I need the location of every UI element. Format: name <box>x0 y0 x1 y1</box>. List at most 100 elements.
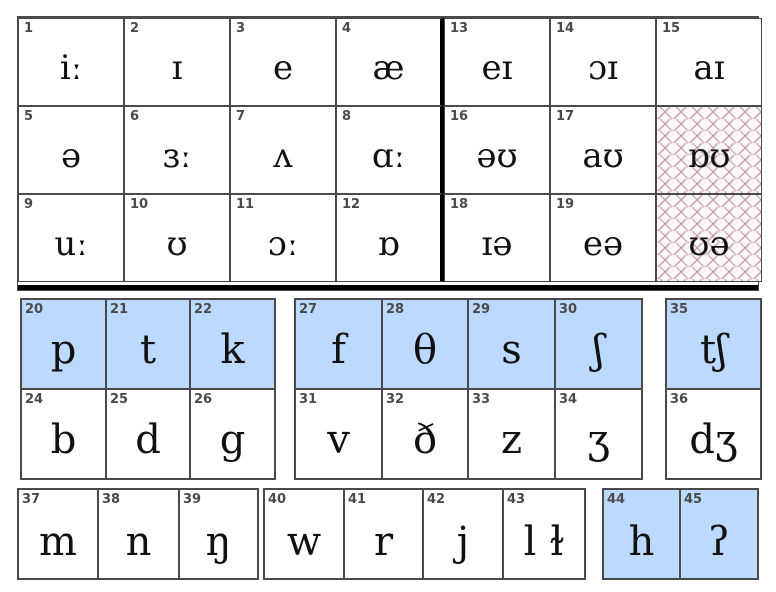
consonant-cell[interactable]: 38 n <box>98 489 179 579</box>
sound-number: 32 <box>386 392 405 407</box>
ipa-symbol: ɪə <box>481 224 513 264</box>
ipa-symbol: b <box>50 417 77 463</box>
vowel-cell[interactable]: 10 ʊ <box>124 194 230 282</box>
ipa-symbol: əʊ <box>476 136 518 176</box>
sound-number: 18 <box>450 197 469 212</box>
sound-number: 40 <box>268 492 287 507</box>
sound-number: 7 <box>236 109 246 124</box>
diphthong-cell[interactable]: 14 ɔɪ <box>550 18 656 106</box>
sound-number: 41 <box>348 492 367 507</box>
fricatives-group: 27 f 28 θ 29 s 30 ʃ 31 v 32 ð 33 z 34 ʒ <box>294 298 643 480</box>
ipa-symbol: ə <box>60 136 82 176</box>
consonant-cell[interactable]: 21 t <box>106 299 190 389</box>
sound-number: 22 <box>194 302 213 317</box>
ipa-symbol: ʊə <box>688 224 730 264</box>
consonant-cell[interactable]: 28 θ <box>382 299 468 389</box>
consonant-cell[interactable]: 33 z <box>468 389 555 479</box>
sound-number: 36 <box>670 392 689 407</box>
ipa-symbol: ɔː <box>267 224 299 264</box>
ipa-symbol: l ɫ <box>523 519 565 565</box>
vowel-cell[interactable]: 5ə <box>18 106 124 194</box>
ipa-symbol: ɑː <box>371 136 406 176</box>
sound-number: 28 <box>386 302 405 317</box>
ipa-symbol: iː <box>59 48 83 88</box>
ipa-symbol: ʔ <box>708 519 730 565</box>
sound-number: 30 <box>559 302 578 317</box>
consonant-cell[interactable]: 36 dʒ <box>666 389 761 479</box>
ipa-symbol: z <box>500 417 523 463</box>
sound-number: 10 <box>130 197 149 212</box>
ipa-symbol: dʒ <box>689 417 738 463</box>
vowel-cell[interactable]: 9 uː <box>18 194 124 282</box>
ipa-symbol: s <box>501 327 522 373</box>
vowel-cell[interactable]: 2ɪ <box>124 18 230 106</box>
vowel-cell[interactable]: 11 ɔː <box>230 194 336 282</box>
diphthong-cell[interactable]: 16 əʊ <box>444 106 550 194</box>
consonant-cell[interactable]: 45 ʔ <box>680 489 758 579</box>
sound-number: 43 <box>507 492 526 507</box>
vowel-cell[interactable]: 7ʌ <box>230 106 336 194</box>
diphthong-cell[interactable]: 18 ɪə <box>444 194 550 282</box>
consonant-cell[interactable]: 44 h <box>603 489 680 579</box>
consonant-cell[interactable]: 24 b <box>21 389 106 479</box>
consonant-cell[interactable]: 27 f <box>295 299 382 389</box>
sound-number: 35 <box>670 302 689 317</box>
consonant-cell[interactable]: 30 ʃ <box>555 299 642 389</box>
glottals-group: 44 h 45 ʔ <box>602 488 759 580</box>
consonant-cell[interactable]: 42 j <box>423 489 503 579</box>
ipa-symbol: eə <box>582 224 624 264</box>
ipa-symbol: aʊ <box>582 136 624 176</box>
consonant-cell[interactable]: 40 w <box>264 489 344 579</box>
sound-number: 12 <box>342 197 361 212</box>
sound-number: 29 <box>472 302 491 317</box>
ipa-symbol: d <box>135 417 161 463</box>
ipa-symbol: k <box>220 327 245 373</box>
diphthong-cell-patterned[interactable]: ʊə <box>656 194 762 282</box>
plosives-group: 20 p 21 t 22 k 24 b 25 d 26 g <box>20 298 276 480</box>
vowel-chart: 1 iː 2ɪ 3e 4æ 13 eɪ 14 ɔɪ 15 aɪ 5ə 6 ɜː 7ʌ 8 ɑ… <box>17 16 762 291</box>
ipa-symbol: f <box>331 327 346 373</box>
sound-number: 44 <box>607 492 626 507</box>
vowel-cell[interactable]: 4æ <box>336 18 444 106</box>
ipa-symbol: eɪ <box>481 48 513 88</box>
consonant-cell[interactable]: 25 d <box>106 389 190 479</box>
consonant-cell[interactable]: 37 m <box>18 489 98 579</box>
consonant-cell[interactable]: 39 ŋ <box>179 489 258 579</box>
sound-number: 27 <box>299 302 318 317</box>
sound-number: 17 <box>556 109 575 124</box>
sound-number: 8 <box>342 109 352 124</box>
diphthong-cell[interactable]: 13 eɪ <box>444 18 550 106</box>
nasals-group: 37 m 38 n 39 ŋ <box>17 488 259 580</box>
ipa-symbol: ð <box>412 417 438 463</box>
consonant-cell[interactable]: 41 r <box>344 489 423 579</box>
diphthong-cell[interactable]: 17 aʊ <box>550 106 656 194</box>
sound-number: 24 <box>25 392 44 407</box>
vowel-cell[interactable]: 12 ɒ <box>336 194 444 282</box>
ipa-symbol: æ <box>372 48 405 88</box>
consonant-cell[interactable]: 35 tʃ <box>666 299 761 389</box>
consonant-cell[interactable]: 32 ð <box>382 389 468 479</box>
ipa-symbol: ʒ <box>587 417 610 463</box>
ipa-symbol: g <box>219 417 246 463</box>
ipa-symbol: w <box>286 519 322 565</box>
diphthong-cell-patterned[interactable]: ɒʊ <box>656 106 762 194</box>
sound-number: 16 <box>450 109 469 124</box>
vowel-cell[interactable]: 3e <box>230 18 336 106</box>
sound-number: 31 <box>299 392 318 407</box>
diphthong-cell[interactable]: 19 eə <box>550 194 656 282</box>
vowel-cell[interactable]: 6 ɜː <box>124 106 230 194</box>
consonant-cell[interactable]: 34 ʒ <box>555 389 642 479</box>
ipa-symbol: aɪ <box>693 48 725 88</box>
consonant-cell[interactable]: 26 g <box>190 389 275 479</box>
vowel-cell[interactable]: 1 iː <box>18 18 124 106</box>
ipa-symbol: ɜː <box>162 136 192 176</box>
consonant-cell[interactable]: 22 k <box>190 299 275 389</box>
sound-number: 34 <box>559 392 578 407</box>
consonant-cell[interactable]: 20 p <box>21 299 106 389</box>
consonant-cell[interactable]: 31 v <box>295 389 382 479</box>
diphthong-cell[interactable]: 15 aɪ <box>656 18 762 106</box>
consonant-cell[interactable]: 43 l ɫ <box>503 489 585 579</box>
vowel-cell[interactable]: 8 ɑː <box>336 106 444 194</box>
sound-number: 19 <box>556 197 575 212</box>
consonant-cell[interactable]: 29 s <box>468 299 555 389</box>
